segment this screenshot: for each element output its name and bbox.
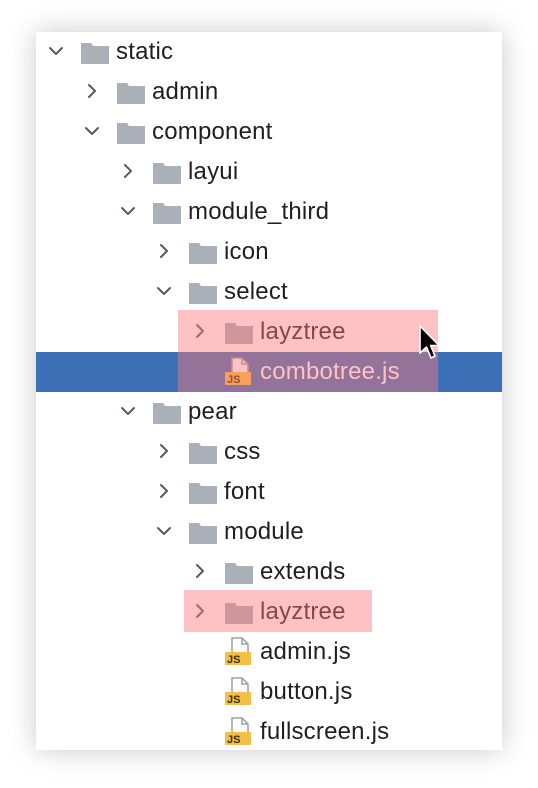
folder-icon xyxy=(188,521,218,545)
tree-file-button-js[interactable]: JS button.js xyxy=(36,672,502,712)
tree-item-label: extends xyxy=(260,558,346,585)
tree-item-label: font xyxy=(224,478,265,505)
folder-icon xyxy=(152,401,182,425)
tree-folder-icon[interactable]: icon xyxy=(36,232,502,272)
svg-text:JS: JS xyxy=(227,654,240,666)
chevron-right-icon[interactable] xyxy=(118,161,138,181)
tree-item-label: module xyxy=(224,518,304,545)
highlight-box xyxy=(178,310,438,392)
tree-item-label: button.js xyxy=(260,678,353,705)
folder-icon xyxy=(188,281,218,305)
folder-icon xyxy=(116,81,146,105)
tree-folder-module-third[interactable]: module_third xyxy=(36,192,502,232)
tree-file-fullscreen-js[interactable]: JS fullscreen.js xyxy=(36,712,502,750)
chevron-right-icon[interactable] xyxy=(82,81,102,101)
svg-text:JS: JS xyxy=(227,734,240,746)
tree-folder-extends[interactable]: extends xyxy=(36,552,502,592)
chevron-down-icon[interactable] xyxy=(118,401,138,421)
tree-folder-font[interactable]: font xyxy=(36,472,502,512)
tree-item-label: component xyxy=(152,118,273,145)
tree-folder-pear[interactable]: pear xyxy=(36,392,502,432)
project-tree: static admin component layui module_thirdico… xyxy=(36,32,502,750)
folder-icon xyxy=(116,121,146,145)
folder-icon xyxy=(224,561,254,585)
folder-icon xyxy=(152,201,182,225)
tree-item-label: module_third xyxy=(188,198,330,225)
tree-folder-css[interactable]: css xyxy=(36,432,502,472)
tree-folder-static[interactable]: static xyxy=(36,32,502,72)
tree-item-label: pear xyxy=(188,398,237,425)
tree-item-label: icon xyxy=(224,238,269,265)
tree-item-label: layui xyxy=(188,158,239,185)
tree-item-label: admin.js xyxy=(260,638,351,665)
tree-item-label: admin xyxy=(152,78,219,105)
svg-text:JS: JS xyxy=(227,694,240,706)
tree-folder-admin[interactable]: admin xyxy=(36,72,502,112)
chevron-right-icon[interactable] xyxy=(190,561,210,581)
tree-folder-select[interactable]: select xyxy=(36,272,502,312)
chevron-down-icon[interactable] xyxy=(82,121,102,141)
chevron-down-icon[interactable] xyxy=(154,521,174,541)
folder-icon xyxy=(188,241,218,265)
js-file-icon: JS xyxy=(224,637,254,666)
folder-icon xyxy=(80,41,110,65)
chevron-down-icon[interactable] xyxy=(118,201,138,221)
folder-icon xyxy=(188,481,218,505)
chevron-down-icon[interactable] xyxy=(46,41,66,61)
js-file-icon: JS xyxy=(224,677,254,706)
chevron-right-icon[interactable] xyxy=(154,481,174,501)
tree-folder-layui[interactable]: layui xyxy=(36,152,502,192)
js-file-icon: JS xyxy=(224,717,254,746)
tree-folder-component[interactable]: component xyxy=(36,112,502,152)
highlight-box xyxy=(184,590,372,632)
tree-file-admin-js[interactable]: JS admin.js xyxy=(36,632,502,672)
folder-icon xyxy=(152,161,182,185)
chevron-right-icon[interactable] xyxy=(154,241,174,261)
chevron-right-icon[interactable] xyxy=(154,441,174,461)
tree-item-label: static xyxy=(116,38,174,65)
tree-item-label: fullscreen.js xyxy=(260,718,390,745)
tree-item-label: css xyxy=(224,438,261,465)
mouse-cursor-icon xyxy=(419,325,440,359)
chevron-down-icon[interactable] xyxy=(154,281,174,301)
tree-folder-module[interactable]: module xyxy=(36,512,502,552)
folder-icon xyxy=(188,441,218,465)
project-tree-panel: static admin component layui module_thirdico… xyxy=(36,32,502,750)
tree-item-label: select xyxy=(224,278,288,305)
